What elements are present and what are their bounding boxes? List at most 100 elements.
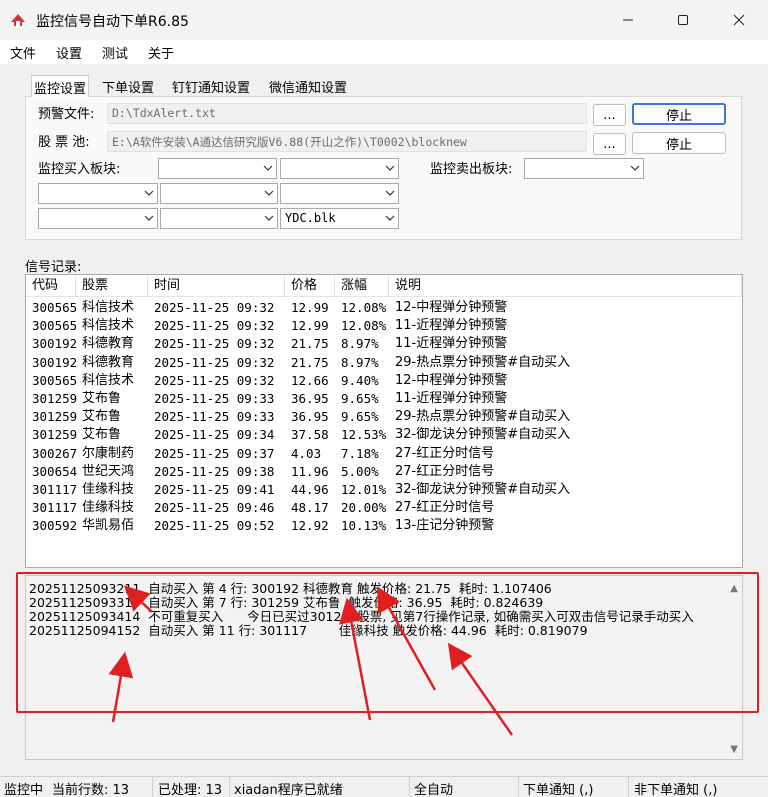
table-row[interactable]: 300192 科德教育 2025-11-25 09:32 21.75 8.97% 29-热… — [26, 354, 742, 372]
window-title: 监控信号自动下单R6.85 — [36, 14, 189, 30]
cell-code: 301117 — [32, 482, 78, 497]
tab-dingtalk-settings[interactable]: 钉钉通知设置 — [170, 77, 252, 97]
minimize-icon[interactable] — [616, 8, 640, 32]
chevron-down-icon — [144, 215, 154, 221]
cell-price: 48.17 — [291, 500, 329, 516]
scroll-up-icon[interactable]: ▲ — [730, 583, 738, 594]
cell-code: 300565 — [32, 300, 78, 315]
tab-order-settings[interactable]: 下单设置 — [100, 77, 156, 97]
menu-file[interactable]: 文件 — [10, 43, 36, 62]
cell-note: 12-中程弹分钟预警 — [395, 372, 508, 388]
cell-stock: 科信技术 — [82, 300, 135, 315]
cell-price: 21.75 — [291, 336, 329, 352]
alert-file-label: 预警文件: — [38, 107, 95, 122]
cell-price: 11.96 — [291, 463, 329, 479]
cell-stock: 艾布鲁 — [82, 427, 122, 443]
table-row[interactable]: 301117 佳缘科技 2025-11-25 09:41 44.96 12.01% 32-… — [26, 481, 742, 499]
cell-note: 27-红正分时信号 — [395, 463, 495, 479]
table-row[interactable]: 300654 世纪天鸿 2025-11-25 09:38 11.96 5.00% 27-红… — [26, 463, 742, 481]
status-order-notify: 下单通知 (,) — [523, 783, 594, 797]
alert-file-browse-button[interactable]: ... — [593, 104, 626, 126]
table-row[interactable]: 300565 科信技术 2025-11-25 09:32 12.99 12.08% 11-… — [26, 317, 742, 335]
col-stock[interactable]: 股票 — [76, 275, 148, 297]
cell-stock: 科德教育 — [82, 336, 135, 352]
cell-note: 32-御龙诀分钟预警#自动买入 — [395, 482, 571, 497]
cell-time: 2025-11-25 09:52 — [154, 518, 275, 534]
tab-monitor-settings[interactable]: 监控设置 — [31, 75, 90, 97]
buy-block-combo-1[interactable] — [158, 158, 277, 179]
combo-value: YDC.blk — [285, 211, 336, 225]
cell-code: 300592 — [32, 518, 78, 534]
cell-code: 300192 — [32, 354, 78, 370]
signal-records-list[interactable]: 代码 股票 时间 价格 涨幅 说明 300565 科信技术 2025-11-25 0… — [25, 274, 743, 568]
col-price[interactable]: 价格 — [285, 275, 335, 297]
cell-price: 12.66 — [291, 372, 329, 388]
sell-block-label: 监控卖出板块: — [430, 162, 513, 177]
buy-block-combo-6[interactable] — [38, 208, 158, 229]
tab-wechat-settings[interactable]: 微信通知设置 — [267, 77, 349, 97]
close-icon[interactable] — [727, 8, 751, 32]
buy-block-combo-7[interactable] — [160, 208, 278, 229]
alert-file-field[interactable]: D:\TdxAlert.txt — [107, 103, 587, 124]
operation-log[interactable]: 20251125093211 自动买入 第 4 行: 300192 科德教育 触… — [25, 575, 743, 760]
stop-button-2[interactable]: 停止 — [632, 132, 726, 154]
buy-block-combo-3[interactable] — [38, 183, 158, 204]
scroll-down-icon[interactable]: ▼ — [730, 744, 738, 755]
cell-code: 300192 — [32, 336, 78, 352]
cell-price: 4.03 — [291, 445, 322, 461]
cell-change: 7.18% — [341, 445, 379, 461]
cell-time: 2025-11-25 09:46 — [154, 500, 275, 516]
table-row[interactable]: 300592 华凯易佰 2025-11-25 09:52 12.92 10.13% 13-… — [26, 517, 742, 535]
buy-block-combo-4[interactable] — [160, 183, 278, 204]
table-row[interactable]: 301259 艾布鲁 2025-11-25 09:34 37.58 12.53% 32-御… — [26, 426, 742, 444]
cell-price: 12.99 — [291, 300, 329, 315]
buy-block-combo-2[interactable] — [280, 158, 399, 179]
title-bar: 监控信号自动下单R6.85 — [0, 0, 768, 40]
stock-pool-browse-button[interactable]: ... — [593, 133, 626, 155]
cell-stock: 科信技术 — [82, 372, 135, 388]
stock-pool-field[interactable]: E:\A软件安装\A通达信研究版V6.88(开山之作)\T0002\blockn… — [107, 131, 587, 152]
menu-bar: 文件 设置 测试 关于 — [0, 40, 768, 64]
cell-stock: 艾布鲁 — [82, 391, 122, 406]
cell-time: 2025-11-25 09:32 — [154, 300, 275, 315]
cell-price: 12.99 — [291, 318, 329, 334]
cell-price: 44.96 — [291, 482, 329, 497]
menu-settings[interactable]: 设置 — [56, 43, 82, 62]
buy-block-combo-8[interactable]: YDC.blk — [280, 208, 399, 229]
cell-stock: 佳缘科技 — [82, 482, 135, 497]
cell-time: 2025-11-25 09:33 — [154, 409, 275, 425]
cell-time: 2025-11-25 09:41 — [154, 482, 275, 497]
status-current-rows: 当前行数: 13 — [52, 783, 130, 797]
cell-note: 32-御龙诀分钟预警#自动买入 — [395, 427, 571, 443]
cell-note: 27-红正分时信号 — [395, 445, 495, 461]
records-label: 信号记录: — [25, 260, 82, 275]
table-row[interactable]: 301259 艾布鲁 2025-11-25 09:33 36.95 9.65% 29-热点… — [26, 408, 742, 426]
table-row[interactable]: 300565 科信技术 2025-11-25 09:32 12.66 9.40% 12-中… — [26, 372, 742, 390]
cell-change: 9.40% — [341, 372, 379, 388]
maximize-icon[interactable] — [671, 8, 695, 32]
cell-time: 2025-11-25 09:32 — [154, 318, 275, 334]
table-row[interactable]: 300565 科信技术 2025-11-25 09:32 12.99 12.08% 12-… — [26, 299, 742, 317]
table-row[interactable]: 300192 科德教育 2025-11-25 09:32 21.75 8.97% 11-近… — [26, 335, 742, 353]
sell-block-combo[interactable] — [524, 158, 644, 179]
menu-test[interactable]: 测试 — [102, 43, 128, 62]
cell-change: 12.08% — [341, 318, 387, 334]
cell-price: 21.75 — [291, 354, 329, 370]
col-code[interactable]: 代码 — [26, 275, 76, 297]
cell-note: 13-庄记分钟预警 — [395, 518, 495, 534]
cell-change: 9.65% — [341, 391, 379, 406]
table-row[interactable]: 300267 尔康制药 2025-11-25 09:37 4.03 7.18% 27-红正… — [26, 445, 742, 463]
table-row[interactable]: 301117 佳缘科技 2025-11-25 09:46 48.17 20.00% 27-… — [26, 499, 742, 517]
col-time[interactable]: 时间 — [148, 275, 285, 297]
cell-code: 300565 — [32, 318, 78, 334]
cell-change: 8.97% — [341, 336, 379, 352]
table-row[interactable]: 301259 艾布鲁 2025-11-25 09:33 36.95 9.65% 11-近程… — [26, 390, 742, 408]
cell-note: 11-近程弹分钟预警 — [395, 336, 508, 352]
col-note[interactable]: 说明 — [389, 275, 742, 297]
stop-button-1[interactable]: 停止 — [632, 103, 726, 125]
buy-block-combo-5[interactable] — [280, 183, 399, 204]
app-logo-icon — [11, 14, 25, 26]
menu-about[interactable]: 关于 — [148, 43, 174, 62]
col-change[interactable]: 涨幅 — [335, 275, 389, 297]
cell-time: 2025-11-25 09:38 — [154, 463, 275, 479]
